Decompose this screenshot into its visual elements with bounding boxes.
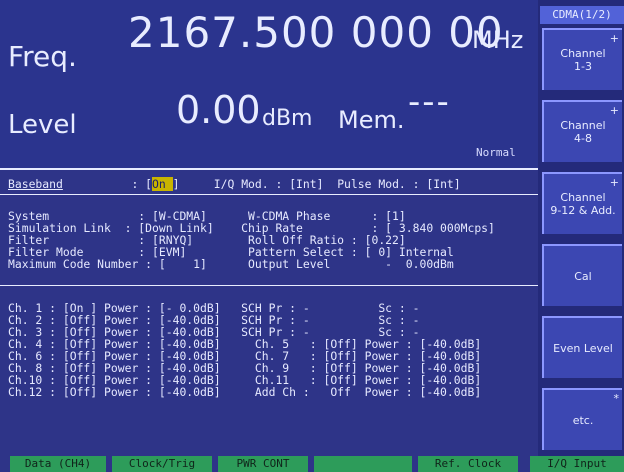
- softkey-label: Channel 9-12 & Add.: [550, 191, 616, 217]
- level-unit: dBm: [262, 106, 313, 131]
- freq-label: Freq.: [8, 40, 77, 73]
- main-display: Freq. 2167.500 000 00 MHz Level 0.00 dBm…: [0, 0, 538, 472]
- tab-pwr-cont[interactable]: PWR CONT: [218, 456, 308, 472]
- divider: [0, 168, 538, 170]
- mem-label: Mem.: [338, 106, 405, 134]
- tab-empty[interactable]: [314, 456, 412, 472]
- softkey-menu-title: CDMA(1/2): [540, 6, 624, 24]
- tab-ref-clock[interactable]: Ref. Clock: [418, 456, 518, 472]
- baseband-value[interactable]: On: [152, 177, 173, 191]
- iq-mod-setting[interactable]: I/Q Mod. : [Int]: [179, 177, 337, 191]
- softkey-label: etc.: [572, 413, 594, 427]
- softkey-channel-4-8[interactable]: Channel 4-8 +: [542, 100, 622, 162]
- softkey-label: Channel 4-8: [560, 119, 606, 145]
- softkey-label: Cal: [574, 269, 592, 283]
- mem-value[interactable]: ---: [408, 82, 451, 122]
- softkey-label: Even Level: [553, 341, 613, 355]
- frequency-level-panel: Freq. 2167.500 000 00 MHz Level 0.00 dBm…: [0, 0, 538, 168]
- softkey-cal[interactable]: Cal: [542, 244, 622, 306]
- softkey-channel-1-3[interactable]: Channel 1-3 +: [542, 28, 622, 90]
- softkey-channel-9-12-add[interactable]: Channel 9-12 & Add. +: [542, 172, 622, 234]
- mode-status: Normal: [476, 146, 516, 159]
- level-label: Level: [8, 110, 77, 140]
- channel-row[interactable]: Ch.12 : [Off] Power : [-40.0dB] Add Ch :…: [8, 386, 481, 398]
- tab-iq-input[interactable]: I/Q Input: [530, 456, 624, 472]
- softkey-label: Channel 1-3: [560, 47, 606, 73]
- tab-data-ch4[interactable]: Data (CH4): [10, 456, 106, 472]
- submenu-mark-icon: +: [609, 104, 619, 117]
- baseband-row: Baseband : [On ] I/Q Mod. : [Int] Pulse …: [8, 177, 461, 191]
- divider: [0, 285, 538, 286]
- baseband-sep: : [: [62, 177, 153, 191]
- pulse-mod-setting[interactable]: Pulse Mod. : [Int]: [337, 177, 460, 191]
- submenu-mark-icon: +: [609, 176, 619, 189]
- tab-clock-trig[interactable]: Clock/Trig: [112, 456, 212, 472]
- freq-unit: MHz: [472, 26, 524, 54]
- submenu-mark-icon: +: [609, 32, 619, 45]
- submenu-mark-icon: *: [613, 392, 620, 405]
- param-row[interactable]: Maximum Code Number : [ 1] Output Level …: [8, 258, 454, 270]
- divider: [0, 194, 538, 195]
- level-value[interactable]: 0.00: [176, 88, 261, 132]
- softkey-even-level[interactable]: Even Level: [542, 316, 622, 378]
- softkey-etc[interactable]: etc. *: [542, 388, 622, 450]
- baseband-label: Baseband: [8, 177, 63, 191]
- freq-value[interactable]: 2167.500 000 00: [128, 8, 504, 57]
